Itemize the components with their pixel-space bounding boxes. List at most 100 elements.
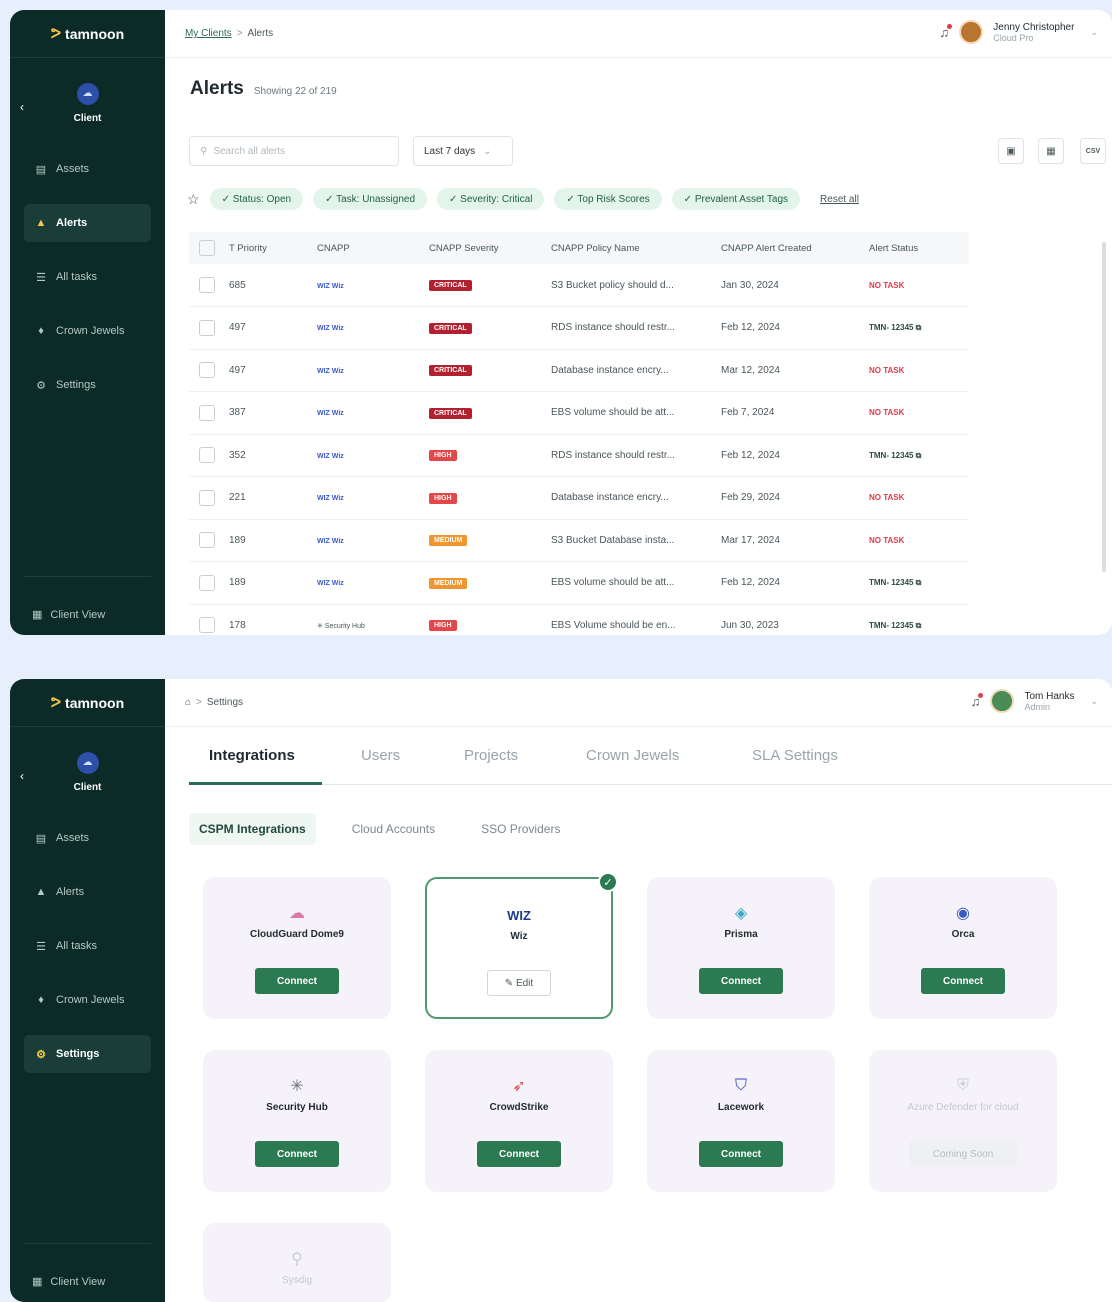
table-row[interactable]: 387 WIZ Wiz CRITICAL EBS volume should be a… (189, 391, 969, 435)
subtab-cspm-integrations[interactable]: CSPM Integrations (189, 813, 316, 845)
breadcrumb-my-clients[interactable]: My Clients (185, 28, 232, 39)
row-checkbox[interactable] (189, 561, 229, 605)
policy-name-cell[interactable]: RDS instance should restr... (551, 306, 721, 350)
table-row[interactable]: 178 ✳ Security Hub HIGH EBS Volume should b… (189, 604, 969, 635)
search-input[interactable]: ⚲ Search all alerts (189, 136, 399, 166)
chevron-down-icon[interactable]: ⌄ (1090, 27, 1098, 38)
avatar[interactable] (959, 20, 984, 44)
policy-name-cell[interactable]: EBS volume should be att... (551, 561, 721, 605)
sidebar-item-crown-jewels[interactable]: ♦ Crown Jewels (24, 312, 151, 350)
column-header[interactable]: CNAPP (317, 232, 429, 264)
tab-integrations[interactable]: Integrations (209, 747, 295, 764)
tab-projects[interactable]: Projects (464, 747, 518, 764)
alert-status-cell[interactable]: TMN- 12345 ⧉ (869, 561, 969, 605)
sidebar-item-alerts[interactable]: ▲ Alerts (24, 204, 151, 242)
table-row[interactable]: 189 WIZ Wiz MEDIUM EBS volume should be att… (189, 561, 969, 605)
bell-icon[interactable]: ♫ (940, 23, 953, 40)
bell-icon[interactable]: ♫ (971, 692, 984, 709)
table-row[interactable]: 221 WIZ Wiz HIGH Database instance encry...… (189, 476, 969, 520)
policy-name-cell[interactable]: EBS Volume should be en... (551, 604, 721, 635)
integration-card-cloudguard-dome9[interactable]: ☁ CloudGuard Dome9 Connect (203, 877, 391, 1019)
tab-users[interactable]: Users (361, 747, 400, 764)
policy-name-cell[interactable]: RDS instance should restr... (551, 434, 721, 477)
filter-chip-asset-tags[interactable]: ✓ Prevalent Asset Tags (671, 188, 801, 210)
filter-chip-task[interactable]: ✓ Task: Unassigned (313, 188, 428, 210)
table-row[interactable]: 352 WIZ Wiz HIGH RDS instance should restr.… (189, 434, 969, 477)
client-switcher[interactable]: ‹ ☁ Client (10, 68, 165, 138)
export-csv-button[interactable]: CSV (1080, 138, 1106, 164)
filter-chip-severity[interactable]: ✓ Severity: Critical (437, 188, 545, 210)
avatar[interactable] (990, 689, 1015, 713)
policy-name-cell[interactable]: EBS volume should be att... (551, 391, 721, 435)
integration-card-azure-defender-for-cloud[interactable]: ⛨ Azure Defender for cloud Coming Soon (869, 1050, 1057, 1192)
back-chevron-icon[interactable]: ‹ (20, 769, 24, 783)
integration-card-wiz[interactable]: WIZ Wiz ✎ Edit ✓ (425, 872, 618, 1019)
column-header[interactable]: CNAPP Alert Created (721, 232, 869, 264)
subtab-sso-providers[interactable]: SSO Providers (471, 813, 570, 845)
integration-card-orca[interactable]: ◉ Orca Connect (869, 877, 1057, 1019)
edit-button[interactable]: ✎ Edit (487, 970, 551, 996)
connect-button[interactable]: Connect (255, 1141, 339, 1167)
user-info[interactable]: Tom Hanks Admin (1024, 691, 1074, 712)
reset-all-link[interactable]: Reset all (820, 194, 859, 205)
row-checkbox[interactable] (189, 434, 229, 477)
connect-button[interactable]: Connect (699, 968, 783, 994)
row-checkbox[interactable] (189, 349, 229, 392)
chevron-down-icon[interactable]: ⌄ (1090, 696, 1098, 707)
column-header[interactable]: CNAPP Policy Name (551, 232, 721, 264)
user-info[interactable]: Jenny Christopher Cloud Pro (993, 22, 1074, 43)
alert-status-cell[interactable]: TMN- 12345 ⧉ (869, 306, 969, 350)
date-range-dropdown[interactable]: Last 7 days ⌄ (413, 136, 513, 166)
add-folder-button[interactable]: ▣ (998, 138, 1024, 164)
brand-logo[interactable]: ᕗ tamnoon (10, 10, 165, 58)
back-chevron-icon[interactable]: ‹ (20, 100, 24, 114)
row-checkbox[interactable] (189, 306, 229, 350)
subtab-cloud-accounts[interactable]: Cloud Accounts (342, 813, 445, 845)
brand-logo[interactable]: ᕗ tamnoon (10, 679, 165, 727)
alert-status-cell[interactable]: TMN- 12345 ⧉ (869, 434, 969, 477)
table-row[interactable]: 189 WIZ Wiz MEDIUM S3 Bucket Database insta… (189, 519, 969, 562)
client-switcher[interactable]: ‹ ☁ Client (10, 737, 165, 807)
row-checkbox[interactable] (189, 476, 229, 520)
integration-card-sysdig[interactable]: ⚲ Sysdig (203, 1223, 391, 1302)
sidebar-item-alerts[interactable]: ▲ Alerts (24, 873, 151, 911)
policy-name-cell[interactable]: S3 Bucket Database insta... (551, 519, 721, 562)
client-view-link[interactable]: ▦ Client View (32, 608, 105, 622)
integration-card-security-hub[interactable]: ✳ Security Hub Connect (203, 1050, 391, 1192)
row-checkbox[interactable] (189, 519, 229, 562)
policy-name-cell[interactable]: S3 Bucket policy should d... (551, 264, 721, 307)
row-checkbox[interactable] (189, 264, 229, 307)
table-row[interactable]: 497 WIZ Wiz CRITICAL Database instance encr… (189, 349, 969, 392)
table-row[interactable]: 497 WIZ Wiz CRITICAL RDS instance should re… (189, 306, 969, 350)
sidebar-item-settings[interactable]: ⚙ Settings (24, 1035, 151, 1073)
column-header[interactable]: T Priority (229, 232, 317, 264)
star-icon[interactable]: ☆ (187, 191, 200, 208)
tab-sla-settings[interactable]: SLA Settings (752, 747, 838, 764)
filter-chip-risk[interactable]: ✓ Top Risk Scores (554, 188, 662, 210)
sidebar-item-assets[interactable]: ▤ Assets (24, 819, 151, 857)
connect-button[interactable]: Connect (477, 1141, 561, 1167)
column-header[interactable]: Alert Status (869, 232, 969, 264)
filter-chip-status[interactable]: ✓ Status: Open (209, 188, 304, 210)
tab-crown-jewels[interactable]: Crown Jewels (586, 747, 679, 764)
sidebar-item-crown-jewels[interactable]: ♦ Crown Jewels (24, 981, 151, 1019)
column-header[interactable]: CNAPP Severity (429, 232, 551, 264)
policy-name-cell[interactable]: Database instance encry... (551, 476, 721, 520)
client-view-link[interactable]: ▦ Client View (32, 1275, 105, 1289)
sidebar-item-settings[interactable]: ⚙ Settings (24, 366, 151, 404)
connect-button[interactable]: Connect (699, 1141, 783, 1167)
policy-name-cell[interactable]: Database instance encry... (551, 349, 721, 392)
sidebar-item-assets[interactable]: ▤ Assets (24, 150, 151, 188)
home-icon[interactable]: ⌂ (185, 697, 191, 708)
connect-button[interactable]: Connect (921, 968, 1005, 994)
integration-card-crowdstrike[interactable]: ➶ CrowdStrike Connect (425, 1050, 613, 1192)
connect-button[interactable]: Connect (255, 968, 339, 994)
alert-status-cell[interactable]: TMN- 12345 ⧉ (869, 604, 969, 635)
integration-card-lacework[interactable]: ⛉ Lacework Connect (647, 1050, 835, 1192)
table-row[interactable]: 685 WIZ Wiz CRITICAL S3 Bucket policy shoul… (189, 264, 969, 307)
scrollbar[interactable] (1102, 242, 1106, 572)
select-all-checkbox[interactable] (189, 232, 229, 264)
columns-button[interactable]: ▦ (1038, 138, 1064, 164)
integration-card-prisma[interactable]: ◈ Prisma Connect (647, 877, 835, 1019)
row-checkbox[interactable] (189, 604, 229, 635)
